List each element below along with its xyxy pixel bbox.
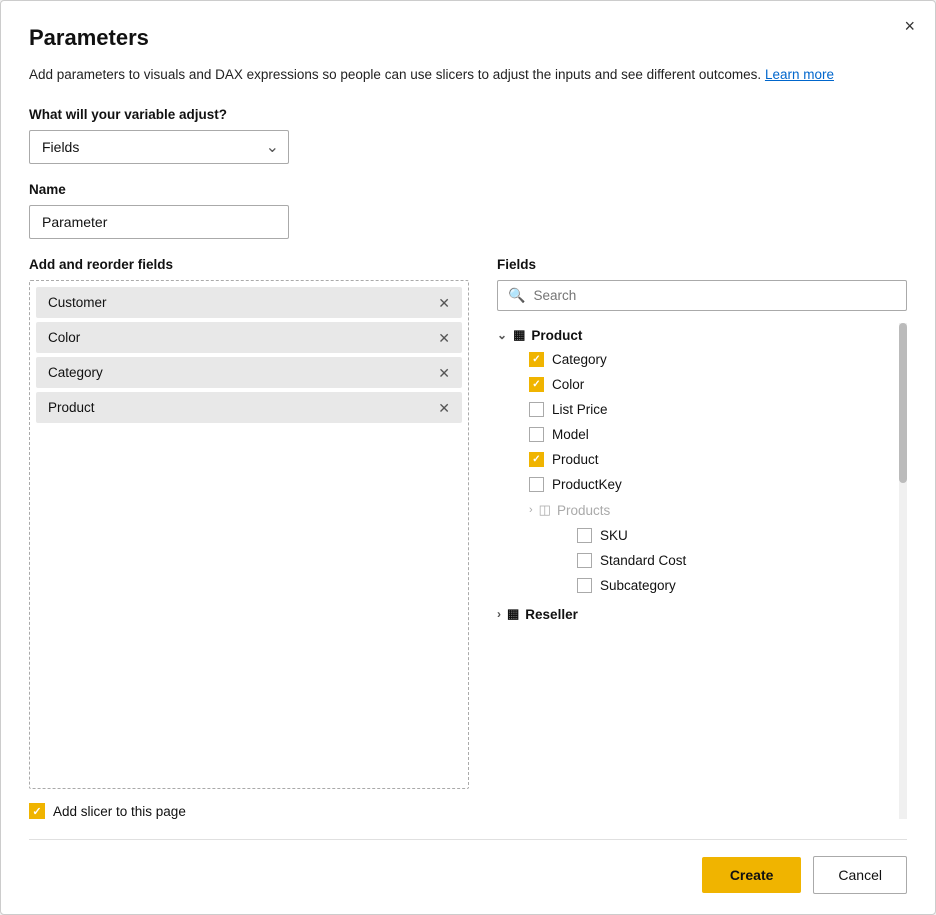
checkbox-category[interactable]	[529, 352, 544, 367]
hierarchy-icon: ◫	[539, 502, 551, 518]
reseller-group-label: Reseller	[525, 607, 578, 622]
checkbox-standard-cost[interactable]	[577, 553, 592, 568]
tree-item-subcategory[interactable]: Subcategory	[577, 573, 891, 598]
add-slicer-checkbox[interactable]	[29, 803, 45, 819]
field-item-category: Category ✕	[36, 357, 462, 388]
search-icon: 🔍	[508, 287, 525, 304]
product-group-label: Product	[531, 328, 582, 343]
add-slicer-label: Add slicer to this page	[53, 804, 186, 819]
variable-select-wrapper: Fields Numeric range ⌄	[29, 130, 289, 164]
product-items: Category Color List Price	[497, 347, 891, 497]
field-label: Product	[48, 400, 95, 415]
checkbox-product[interactable]	[529, 452, 544, 467]
dialog-description: Add parameters to visuals and DAX expres…	[29, 65, 907, 85]
learn-more-link[interactable]: Learn more	[765, 67, 834, 82]
variable-label: What will your variable adjust?	[29, 107, 907, 122]
remove-category-button[interactable]: ✕	[438, 366, 450, 380]
field-label: Color	[48, 330, 80, 345]
field-item-color: Color ✕	[36, 322, 462, 353]
field-label: Customer	[48, 295, 107, 310]
tree-item-category[interactable]: Category	[529, 347, 891, 372]
fields-tree: ⌄ ▦ Product Category Color	[497, 323, 907, 819]
fields-section-label: Fields	[497, 257, 907, 272]
field-item-product: Product ✕	[36, 392, 462, 423]
products-subgroup: › ◫ Products SKU Standard Cost	[497, 497, 891, 598]
remove-product-button[interactable]: ✕	[438, 401, 450, 415]
checkbox-list-price[interactable]	[529, 402, 544, 417]
item-label: Model	[552, 427, 589, 442]
tree-item-list-price[interactable]: List Price	[529, 397, 891, 422]
chevron-right-icon: ›	[497, 607, 501, 621]
add-slicer-row[interactable]: Add slicer to this page	[29, 803, 469, 819]
remove-color-button[interactable]: ✕	[438, 331, 450, 345]
checkbox-sku[interactable]	[577, 528, 592, 543]
tree-item-standard-cost[interactable]: Standard Cost	[577, 548, 891, 573]
tree-item-model[interactable]: Model	[529, 422, 891, 447]
create-button[interactable]: Create	[702, 857, 802, 893]
reseller-group-header[interactable]: › ▦ Reseller	[497, 602, 891, 626]
scrollbar-thumb[interactable]	[899, 323, 907, 483]
chevron-right-icon: ›	[529, 504, 533, 516]
table-icon: ▦	[507, 606, 519, 622]
item-label: List Price	[552, 402, 608, 417]
reorder-fields-box: Customer ✕ Color ✕ Category ✕ Product ✕	[29, 280, 469, 789]
table-icon: ▦	[513, 327, 525, 343]
item-label: Standard Cost	[600, 553, 686, 568]
scrollbar-track	[899, 323, 907, 819]
product-group: ⌄ ▦ Product Category Color	[497, 323, 891, 598]
close-button[interactable]: ×	[904, 17, 915, 35]
item-label: ProductKey	[552, 477, 622, 492]
checkbox-subcategory[interactable]	[577, 578, 592, 593]
product-group-header[interactable]: ⌄ ▦ Product	[497, 323, 891, 347]
field-item-customer: Customer ✕	[36, 287, 462, 318]
item-label: Color	[552, 377, 584, 392]
tree-item-color[interactable]: Color	[529, 372, 891, 397]
cancel-button[interactable]: Cancel	[813, 856, 907, 894]
remove-customer-button[interactable]: ✕	[438, 296, 450, 310]
tree-item-product[interactable]: Product	[529, 447, 891, 472]
tree-item-productkey[interactable]: ProductKey	[529, 472, 891, 497]
products-sub-items: SKU Standard Cost Subcategory	[529, 523, 891, 598]
parameters-dialog: × Parameters Add parameters to visuals a…	[0, 0, 936, 915]
dialog-footer: Create Cancel	[29, 839, 907, 894]
item-label: Category	[552, 352, 607, 367]
checkbox-productkey[interactable]	[529, 477, 544, 492]
search-input[interactable]	[533, 288, 896, 303]
dialog-title: Parameters	[29, 25, 907, 51]
item-label: SKU	[600, 528, 628, 543]
products-group-label: Products	[557, 503, 610, 518]
add-reorder-label: Add and reorder fields	[29, 257, 469, 272]
tree-item-sku[interactable]: SKU	[577, 523, 891, 548]
checkbox-color[interactable]	[529, 377, 544, 392]
item-label: Product	[552, 452, 599, 467]
chevron-down-icon: ⌄	[497, 328, 507, 342]
variable-select[interactable]: Fields Numeric range	[29, 130, 289, 164]
products-group-header[interactable]: › ◫ Products	[529, 497, 891, 523]
name-input[interactable]	[29, 205, 289, 239]
field-label: Category	[48, 365, 103, 380]
item-label: Subcategory	[600, 578, 676, 593]
search-box: 🔍	[497, 280, 907, 311]
checkbox-model[interactable]	[529, 427, 544, 442]
name-label: Name	[29, 182, 907, 197]
